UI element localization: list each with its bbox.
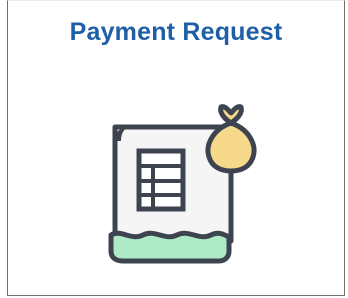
- money-bag-icon: [205, 104, 257, 174]
- payment-request-tile[interactable]: Payment Request .paper { fill: #f5f5f5; …: [7, 0, 345, 296]
- money-bag-tie: [218, 104, 244, 126]
- receipt-wave: [108, 230, 232, 264]
- money-bag-body: [205, 120, 257, 174]
- payment-request-icon: .paper { fill: #f5f5f5; stroke: #3d4450;…: [108, 104, 257, 264]
- tile-title: Payment Request: [69, 18, 283, 46]
